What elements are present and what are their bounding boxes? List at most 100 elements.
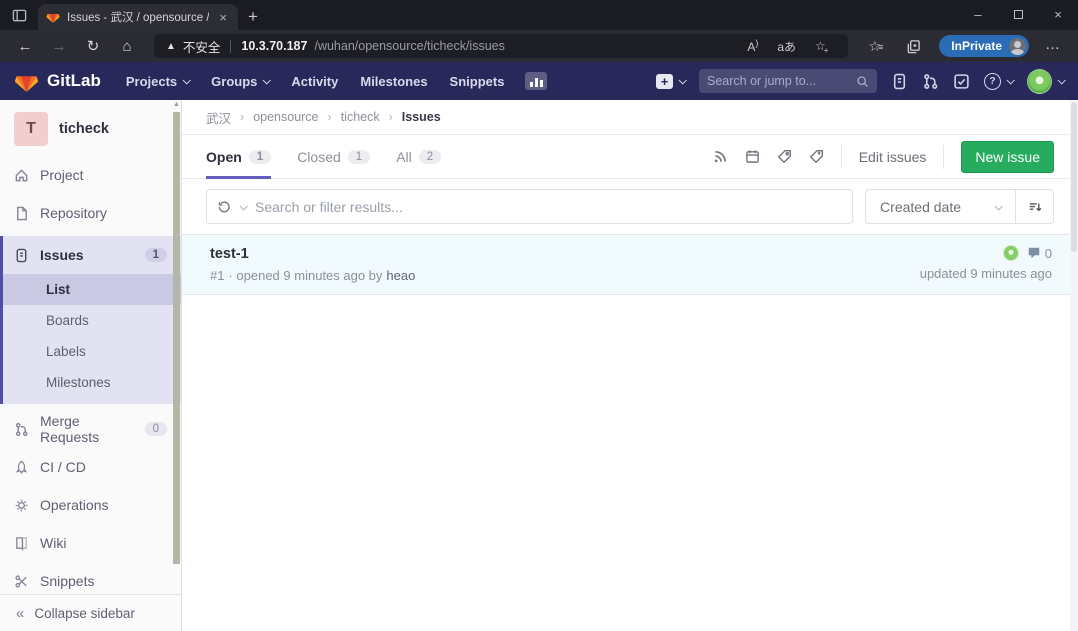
breadcrumb-project[interactable]: ticheck bbox=[341, 110, 380, 124]
tab-close-icon[interactable]: × bbox=[216, 10, 230, 25]
help-menu[interactable]: ? bbox=[984, 73, 1013, 90]
back-button[interactable]: ← bbox=[10, 38, 40, 55]
chevron-down-icon[interactable] bbox=[239, 202, 247, 210]
calendar-icon[interactable] bbox=[745, 149, 760, 164]
issues-page: 武汉 › opensource › ticheck › Issues Open1… bbox=[182, 100, 1078, 631]
tab-all[interactable]: All2 bbox=[396, 135, 441, 178]
issue-author[interactable]: heao bbox=[386, 268, 415, 283]
assignee-avatar[interactable] bbox=[1003, 245, 1019, 261]
maximize-button[interactable] bbox=[998, 0, 1038, 30]
issue-row[interactable]: test-1 #1 · opened 9 minutes ago by heao… bbox=[182, 234, 1078, 295]
nav-projects[interactable]: Projects bbox=[117, 74, 198, 89]
sidebar-item-ci-cd[interactable]: CI / CD bbox=[0, 448, 181, 486]
translate-icon[interactable]: aあ bbox=[771, 38, 802, 55]
sidebar-item-project[interactable]: Project bbox=[0, 156, 181, 194]
breadcrumb-group[interactable]: 武汉 bbox=[206, 108, 231, 127]
book-icon bbox=[14, 536, 29, 551]
filter-row: Created date bbox=[206, 189, 1054, 224]
divider bbox=[943, 145, 944, 169]
breadcrumb-subgroup[interactable]: opensource bbox=[253, 110, 318, 124]
gitlab-wordmark[interactable]: GitLab bbox=[47, 71, 101, 91]
new-menu-button[interactable]: + bbox=[656, 74, 685, 89]
nav-activity[interactable]: Activity bbox=[282, 74, 347, 89]
new-tab-button[interactable]: + bbox=[238, 4, 268, 30]
page-scrollbar[interactable] bbox=[1070, 100, 1078, 631]
all-count-badge: 2 bbox=[419, 150, 441, 164]
security-label: 不安全 bbox=[183, 37, 221, 56]
tab-open[interactable]: Open1 bbox=[206, 135, 271, 178]
export-icon[interactable] bbox=[809, 149, 824, 164]
sidebar-scrollbar[interactable]: ▲ bbox=[172, 100, 181, 631]
gear-icon bbox=[14, 498, 29, 513]
sort-dropdown[interactable]: Created date bbox=[866, 199, 1015, 215]
project-avatar: T bbox=[14, 112, 48, 146]
issues-count-badge: 1 bbox=[145, 248, 167, 262]
url-path: /wuhan/opensource/ticheck/issues bbox=[314, 39, 504, 53]
nav-groups[interactable]: Groups bbox=[202, 74, 278, 89]
favorites-bar-icon[interactable]: ☆≡ bbox=[860, 38, 894, 55]
window-close-button[interactable]: × bbox=[1038, 0, 1078, 30]
global-search-input[interactable] bbox=[707, 74, 850, 88]
issues-dashboard-icon[interactable] bbox=[891, 73, 908, 90]
issue-title[interactable]: test-1 bbox=[210, 246, 249, 262]
merge-requests-icon[interactable] bbox=[922, 73, 939, 90]
collections-icon[interactable] bbox=[898, 38, 929, 54]
sort-direction-button[interactable] bbox=[1015, 190, 1053, 223]
edit-issues-button[interactable]: Edit issues bbox=[859, 149, 927, 165]
home-button[interactable]: ⌂ bbox=[112, 38, 142, 55]
forward-button[interactable]: → bbox=[44, 38, 74, 55]
collapse-sidebar-button[interactable]: « Collapse sidebar bbox=[0, 594, 181, 631]
project-sidebar: T ticheck Project Repository Issues 1 Li… bbox=[0, 100, 182, 631]
sidebar-item-operations[interactable]: Operations bbox=[0, 486, 181, 524]
sidebar-item-issues[interactable]: Issues 1 bbox=[3, 236, 181, 274]
filter-input[interactable] bbox=[255, 199, 842, 215]
breadcrumb-current: Issues bbox=[402, 110, 441, 124]
merge-request-icon bbox=[14, 422, 29, 437]
collapse-icon: « bbox=[16, 605, 24, 622]
sidebar-item-boards[interactable]: Boards bbox=[3, 305, 181, 336]
minimize-button[interactable]: – bbox=[958, 0, 998, 30]
inprivate-badge[interactable]: InPrivate bbox=[939, 35, 1029, 57]
sidebar-item-list[interactable]: List bbox=[3, 274, 181, 305]
browser-profile-avatar bbox=[1009, 38, 1026, 55]
sidebar-item-merge-requests[interactable]: Merge Requests 0 bbox=[0, 410, 181, 448]
read-aloud-icon[interactable]: A) bbox=[741, 38, 764, 54]
tab-actions-icon[interactable] bbox=[0, 0, 38, 30]
analytics-icon[interactable] bbox=[525, 72, 547, 90]
window-controls: – × bbox=[958, 0, 1078, 30]
sidebar-item-repository[interactable]: Repository bbox=[0, 194, 181, 232]
comments-count: 0 bbox=[1045, 246, 1052, 261]
comments-link[interactable]: 0 bbox=[1027, 246, 1052, 261]
rss-feed-icon[interactable] bbox=[713, 149, 728, 164]
url-host: 10.3.70.187 bbox=[241, 39, 307, 53]
sidebar-item-labels[interactable]: Labels bbox=[3, 336, 181, 367]
user-menu[interactable] bbox=[1027, 69, 1064, 94]
browser-toolbar: ← → ↻ ⌂ ▲ 不安全 10.3.70.187/wuhan/opensour… bbox=[0, 30, 1078, 62]
refresh-button[interactable]: ↻ bbox=[78, 37, 108, 55]
nav-snippets[interactable]: Snippets bbox=[441, 74, 514, 89]
browser-menu-icon[interactable]: … bbox=[1039, 36, 1068, 57]
sidebar-item-milestones[interactable]: Milestones bbox=[3, 367, 181, 398]
page-scrollbar-thumb[interactable] bbox=[1071, 102, 1077, 252]
todos-icon[interactable] bbox=[953, 73, 970, 90]
new-issue-button[interactable]: New issue bbox=[961, 141, 1054, 173]
tab-closed[interactable]: Closed1 bbox=[297, 135, 370, 178]
nav-milestones[interactable]: Milestones bbox=[351, 74, 436, 89]
filter-search-bar[interactable] bbox=[206, 189, 853, 224]
add-favorite-icon[interactable]: ☆+ bbox=[809, 39, 836, 53]
inprivate-label: InPrivate bbox=[951, 39, 1002, 53]
sidebar-scrollbar-thumb[interactable] bbox=[173, 112, 180, 564]
rocket-icon bbox=[14, 460, 29, 475]
project-name: ticheck bbox=[59, 121, 109, 137]
merge-requests-count-badge: 0 bbox=[145, 422, 167, 436]
global-search[interactable] bbox=[699, 69, 877, 93]
address-bar[interactable]: ▲ 不安全 10.3.70.187/wuhan/opensource/tiche… bbox=[154, 34, 848, 58]
browser-tab[interactable]: Issues - 武汉 / opensource / tich... × bbox=[38, 4, 238, 30]
label-icon[interactable] bbox=[777, 149, 792, 164]
tab-title: Issues - 武汉 / opensource / tich... bbox=[67, 9, 209, 25]
gitlab-logo-icon[interactable] bbox=[14, 69, 39, 94]
project-header[interactable]: T ticheck bbox=[0, 100, 181, 156]
sidebar-item-wiki[interactable]: Wiki bbox=[0, 524, 181, 562]
history-icon[interactable] bbox=[217, 200, 231, 214]
gitlab-favicon-icon bbox=[46, 10, 60, 24]
